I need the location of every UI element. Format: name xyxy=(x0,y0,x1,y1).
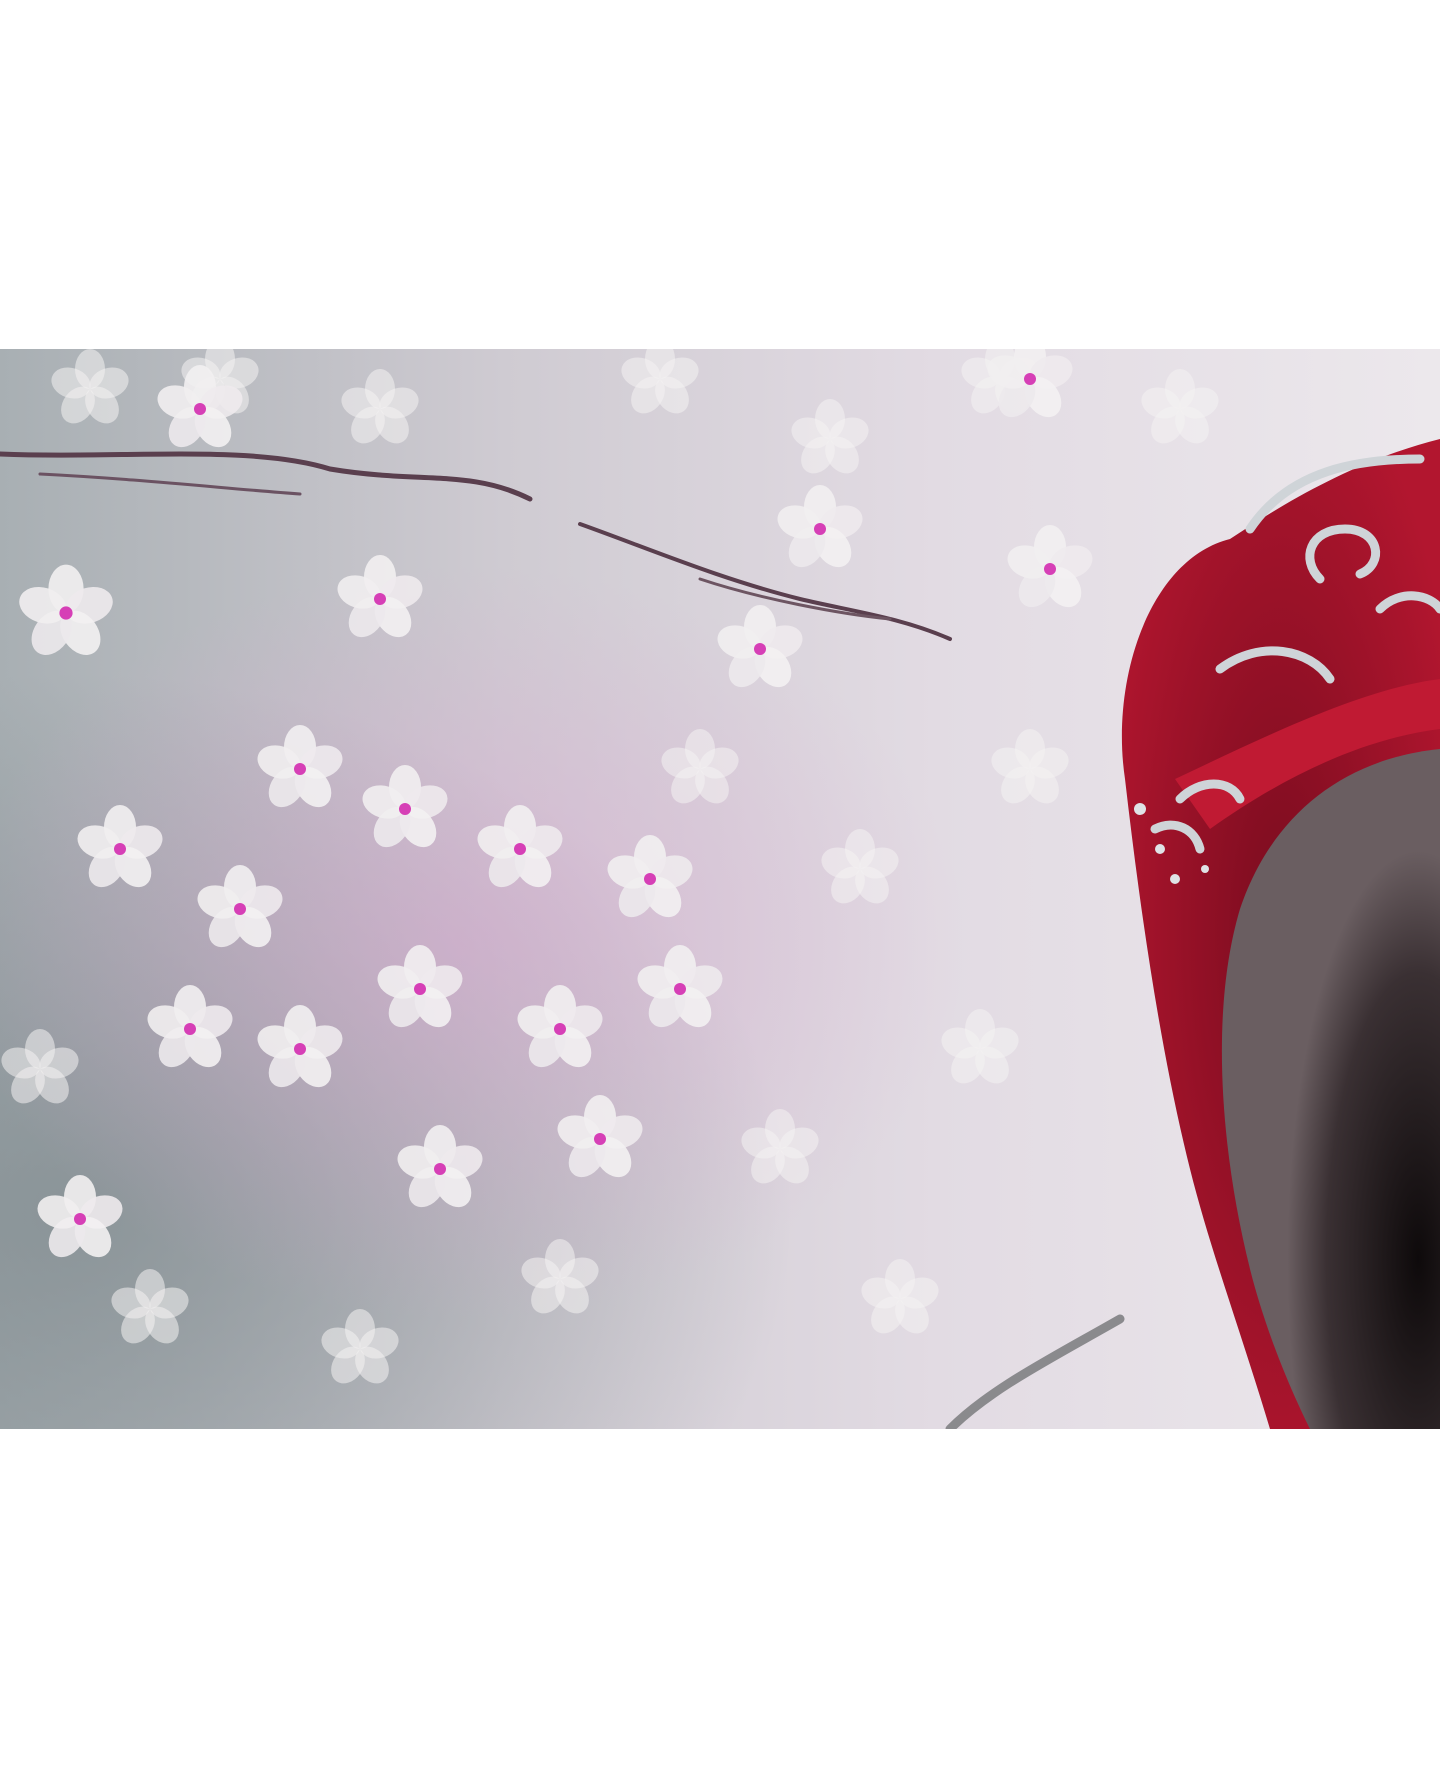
painting-illustration xyxy=(0,349,1440,1429)
painting-photo xyxy=(0,349,1440,1429)
